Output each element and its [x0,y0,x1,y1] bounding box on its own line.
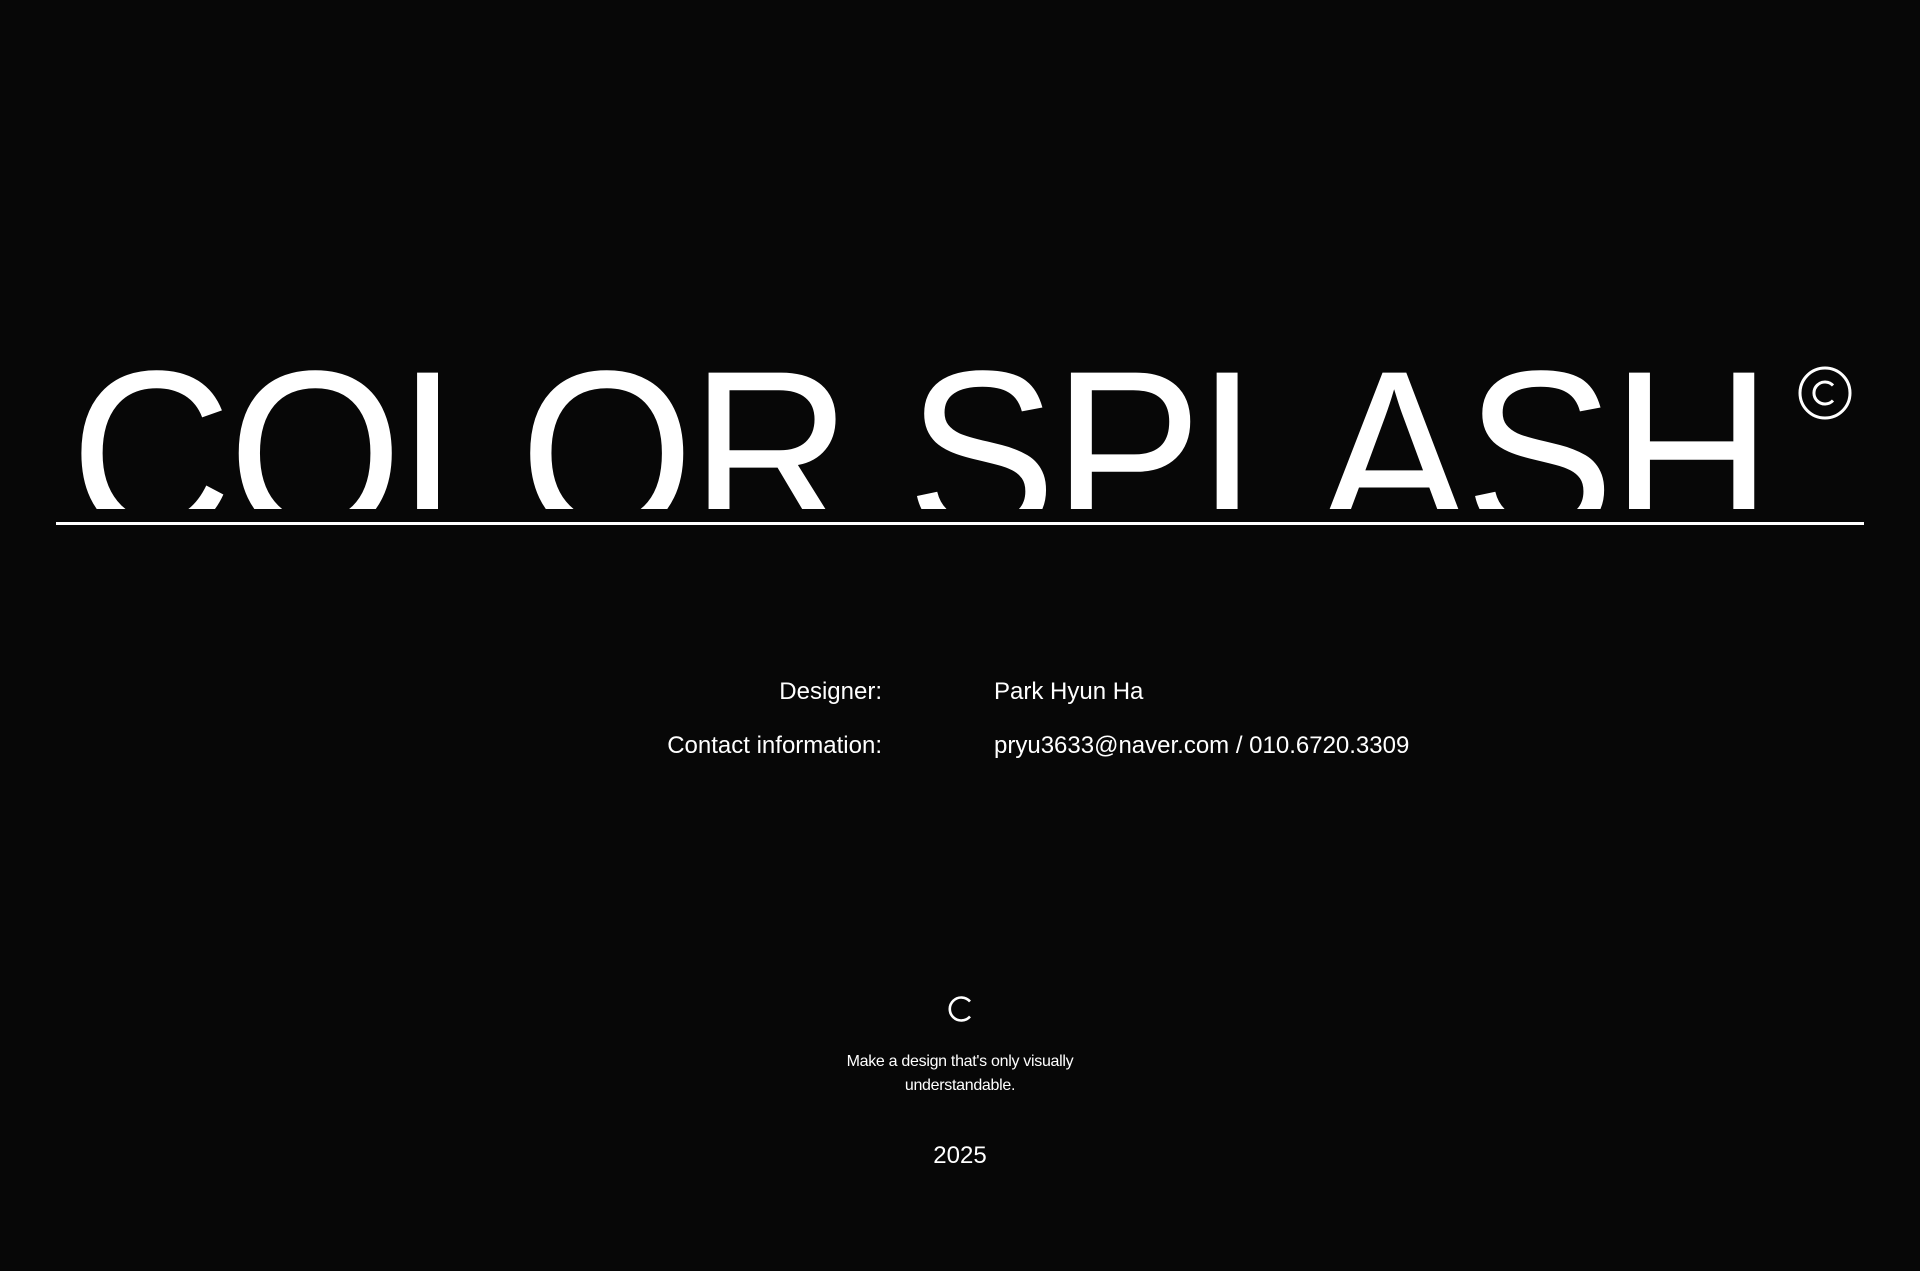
contact-value: pryu3633@naver.com / 010.6720.3309 [994,732,1410,759]
c-logo-icon [948,996,971,1022]
year: 2025 [933,1142,987,1169]
contact-label: Contact information: [667,732,882,759]
tagline: Make a design that's only visually under… [846,1053,1074,1094]
credits-section: Designer: Park Hyun Ha Contact informati… [0,672,1920,780]
designer-name: Park Hyun Ha [994,678,1144,705]
hero-title: COLOR SPLASH [70,322,1773,509]
designer-row: Designer: Park Hyun Ha [0,672,1920,726]
hero-divider [56,522,1864,525]
hero-section: COLOR SPLASH [56,300,1864,525]
contact-row: Contact information: pryu3633@naver.com … [0,726,1920,780]
hero-title-clip: COLOR SPLASH [56,300,1864,509]
footer-section: Make a design that's only visually under… [0,994,1920,1168]
designer-label: Designer: [779,678,882,705]
copyright-icon [1798,366,1852,420]
